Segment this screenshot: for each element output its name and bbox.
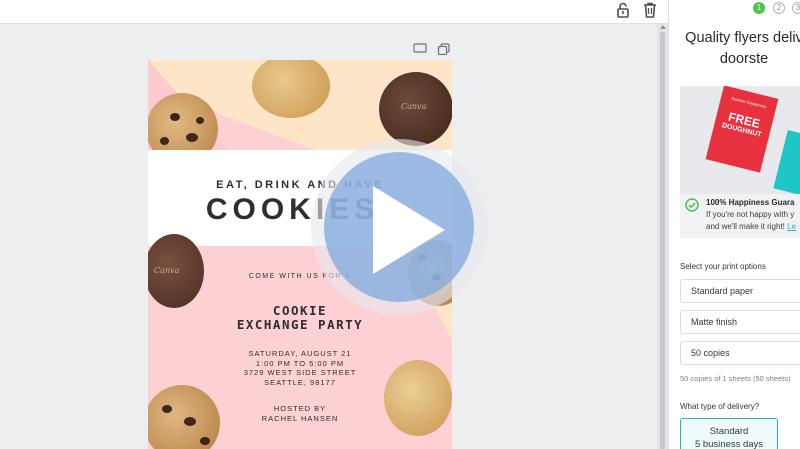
step-3-indicator[interactable]: 3 bbox=[792, 2, 800, 14]
canva-watermark: Canva bbox=[401, 102, 427, 111]
duplicate-icon[interactable] bbox=[437, 42, 451, 56]
play-icon[interactable] bbox=[373, 186, 445, 274]
cookie-image: Canva bbox=[379, 72, 452, 146]
event-date: SATURDAY, AUGUST 21 bbox=[248, 349, 352, 358]
happiness-guarantee: 100% Happiness Guara If you're not happy… bbox=[680, 194, 800, 238]
panel-title-line2: doorste bbox=[719, 51, 769, 67]
cookie-image bbox=[148, 385, 220, 449]
panel-title: Quality flyers deliv doorste bbox=[669, 28, 800, 70]
cookie-image bbox=[384, 360, 452, 436]
panel-title-line1: Quality flyers deliv bbox=[685, 30, 800, 46]
print-options-label: Select your print options bbox=[680, 262, 766, 271]
delivery-option-title: Standard bbox=[709, 426, 749, 437]
comment-icon[interactable] bbox=[413, 42, 427, 54]
scroll-up-icon[interactable] bbox=[660, 25, 666, 29]
promo-flyer-red: Summer Doughnuts FREE DOUGHNUT bbox=[705, 86, 779, 173]
happiness-title: 100% Happiness Guara bbox=[706, 198, 795, 207]
event-title-line2: EXCHANGE PARTY bbox=[236, 317, 364, 332]
step-1-indicator[interactable]: 1 bbox=[753, 2, 765, 14]
delivery-option-standard[interactable]: Standard 5 business days bbox=[680, 418, 778, 449]
canvas-scrollbar[interactable] bbox=[657, 24, 668, 449]
happiness-line1: If you're not happy with y bbox=[706, 210, 795, 219]
promo-flyer-teal bbox=[773, 130, 800, 194]
copies-note: 50 copies of 1 sheets (50 sheets) bbox=[680, 374, 791, 383]
flyer-product-image: Summer Doughnuts FREE DOUGHNUT bbox=[680, 86, 800, 194]
copies-select[interactable]: 50 copies bbox=[680, 341, 800, 365]
scrollbar-thumb[interactable] bbox=[660, 32, 665, 449]
learn-more-link[interactable]: Le bbox=[787, 222, 796, 231]
editor-toolbar bbox=[0, 0, 668, 24]
cookie-image: Canva bbox=[148, 234, 204, 308]
happiness-line2: and we'll make it right! bbox=[706, 222, 785, 231]
print-order-panel: 1 2 3 Quality flyers deliv doorste Summe… bbox=[668, 0, 800, 449]
finish-select[interactable]: Matte finish bbox=[680, 310, 800, 334]
lock-icon[interactable] bbox=[614, 1, 632, 19]
delivery-option-time: 5 business days bbox=[694, 439, 764, 449]
delivery-label: What type of delivery? bbox=[680, 402, 760, 411]
check-circle-icon bbox=[685, 198, 699, 212]
paper-select[interactable]: Standard paper bbox=[680, 279, 800, 303]
step-2-indicator[interactable]: 2 bbox=[773, 2, 785, 14]
promo-brand: Summer Doughnuts bbox=[730, 95, 767, 110]
trash-icon[interactable] bbox=[641, 1, 659, 19]
